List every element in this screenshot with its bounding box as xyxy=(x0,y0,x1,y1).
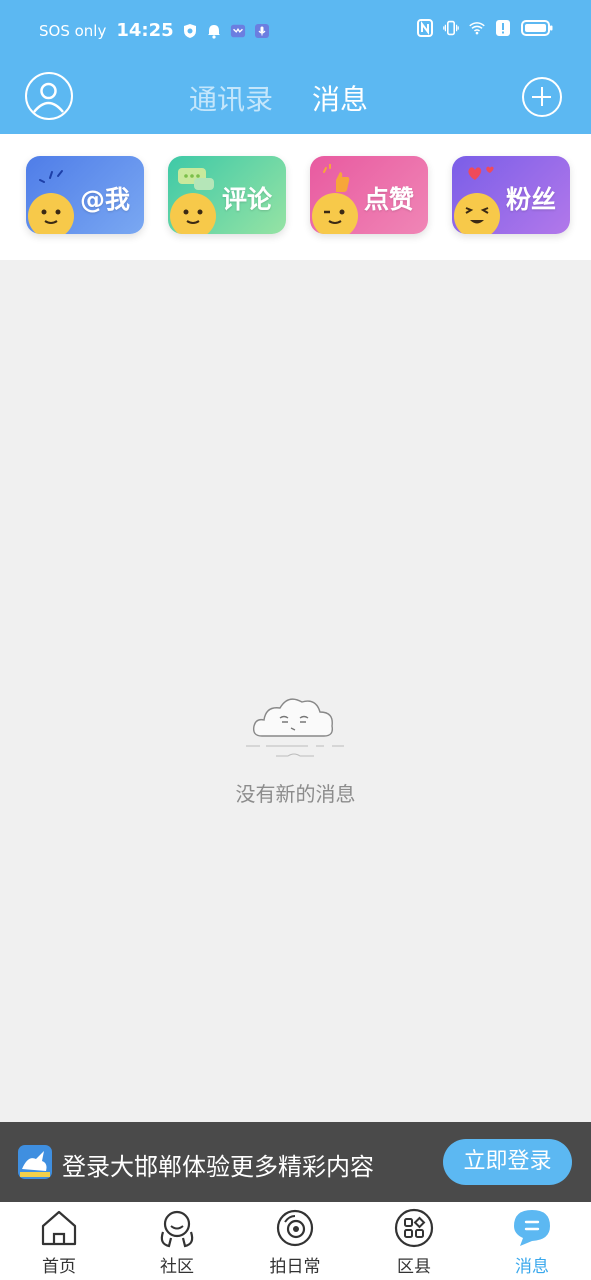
happy-face-icon xyxy=(454,193,500,234)
bottom-nav: 首页 社区 拍日常 区县 消息 xyxy=(0,1202,591,1280)
community-icon xyxy=(160,1210,194,1248)
thumbs-up-icon xyxy=(323,164,350,192)
add-button[interactable] xyxy=(522,77,562,117)
user-icon xyxy=(33,82,64,113)
cloud-icon xyxy=(246,698,344,757)
carrier-label: SOS only xyxy=(39,21,107,40)
alert-icon xyxy=(495,20,511,36)
nav-item-messages[interactable]: 消息 xyxy=(473,1202,591,1280)
microphone-icon xyxy=(254,23,270,39)
home-icon xyxy=(41,1210,77,1246)
county-grid-icon xyxy=(394,1208,434,1248)
fans-card[interactable]: 粉丝 xyxy=(452,156,570,234)
message-icon xyxy=(514,1210,550,1246)
header: 通讯录 消息 xyxy=(0,66,591,134)
empty-state-text: 没有新的消息 xyxy=(235,782,356,806)
vibrate-icon xyxy=(443,20,459,36)
wifi-icon xyxy=(469,20,485,36)
chat-bubble-icon xyxy=(178,168,214,190)
clock: 14:25 xyxy=(116,20,174,41)
nav-label-community: 社区 xyxy=(160,1257,194,1277)
avatar[interactable] xyxy=(25,72,73,120)
tab-messages[interactable]: 消息 xyxy=(312,78,368,118)
tab-contacts[interactable]: 通讯录 xyxy=(189,78,273,118)
mentions-label: @我 xyxy=(79,185,130,214)
message-categories: @我 评论 点赞 粉丝 xyxy=(0,134,591,260)
login-prompt: 登录大邯郸体验更多精彩内容 xyxy=(62,1153,374,1181)
nav-label-camera: 拍日常 xyxy=(269,1257,321,1277)
nav-item-camera[interactable]: 拍日常 xyxy=(236,1202,354,1280)
nav-label-messages: 消息 xyxy=(515,1257,549,1277)
app-notification-icon xyxy=(230,23,246,39)
app-logo xyxy=(18,1145,52,1179)
nfc-icon xyxy=(417,19,433,37)
smiley-face-icon xyxy=(170,193,216,234)
likes-card[interactable]: 点赞 xyxy=(310,156,428,234)
bell-icon xyxy=(206,23,222,39)
smiley-face-icon xyxy=(28,193,74,234)
nav-label-home: 首页 xyxy=(42,1257,76,1277)
comments-label: 评论 xyxy=(221,185,272,214)
status-bar: SOS only 14:25 xyxy=(0,0,591,66)
mentions-card[interactable]: @我 xyxy=(26,156,144,234)
nav-item-home[interactable]: 首页 xyxy=(0,1202,118,1280)
winking-face-icon xyxy=(312,193,358,234)
nav-item-community[interactable]: 社区 xyxy=(118,1202,236,1280)
fans-label: 粉丝 xyxy=(505,185,556,214)
comments-card[interactable]: 评论 xyxy=(168,156,286,234)
sparkle-icon xyxy=(39,170,63,183)
hearts-icon xyxy=(468,166,494,180)
login-banner: 登录大邯郸体验更多精彩内容 立即登录 xyxy=(0,1122,591,1202)
nav-label-county: 区县 xyxy=(397,1257,431,1277)
likes-label: 点赞 xyxy=(363,185,414,214)
shield-icon xyxy=(182,23,198,39)
camera-icon xyxy=(276,1209,314,1247)
login-button[interactable]: 立即登录 xyxy=(443,1139,572,1185)
battery-icon xyxy=(521,20,553,36)
nav-item-county[interactable]: 区县 xyxy=(355,1202,473,1280)
